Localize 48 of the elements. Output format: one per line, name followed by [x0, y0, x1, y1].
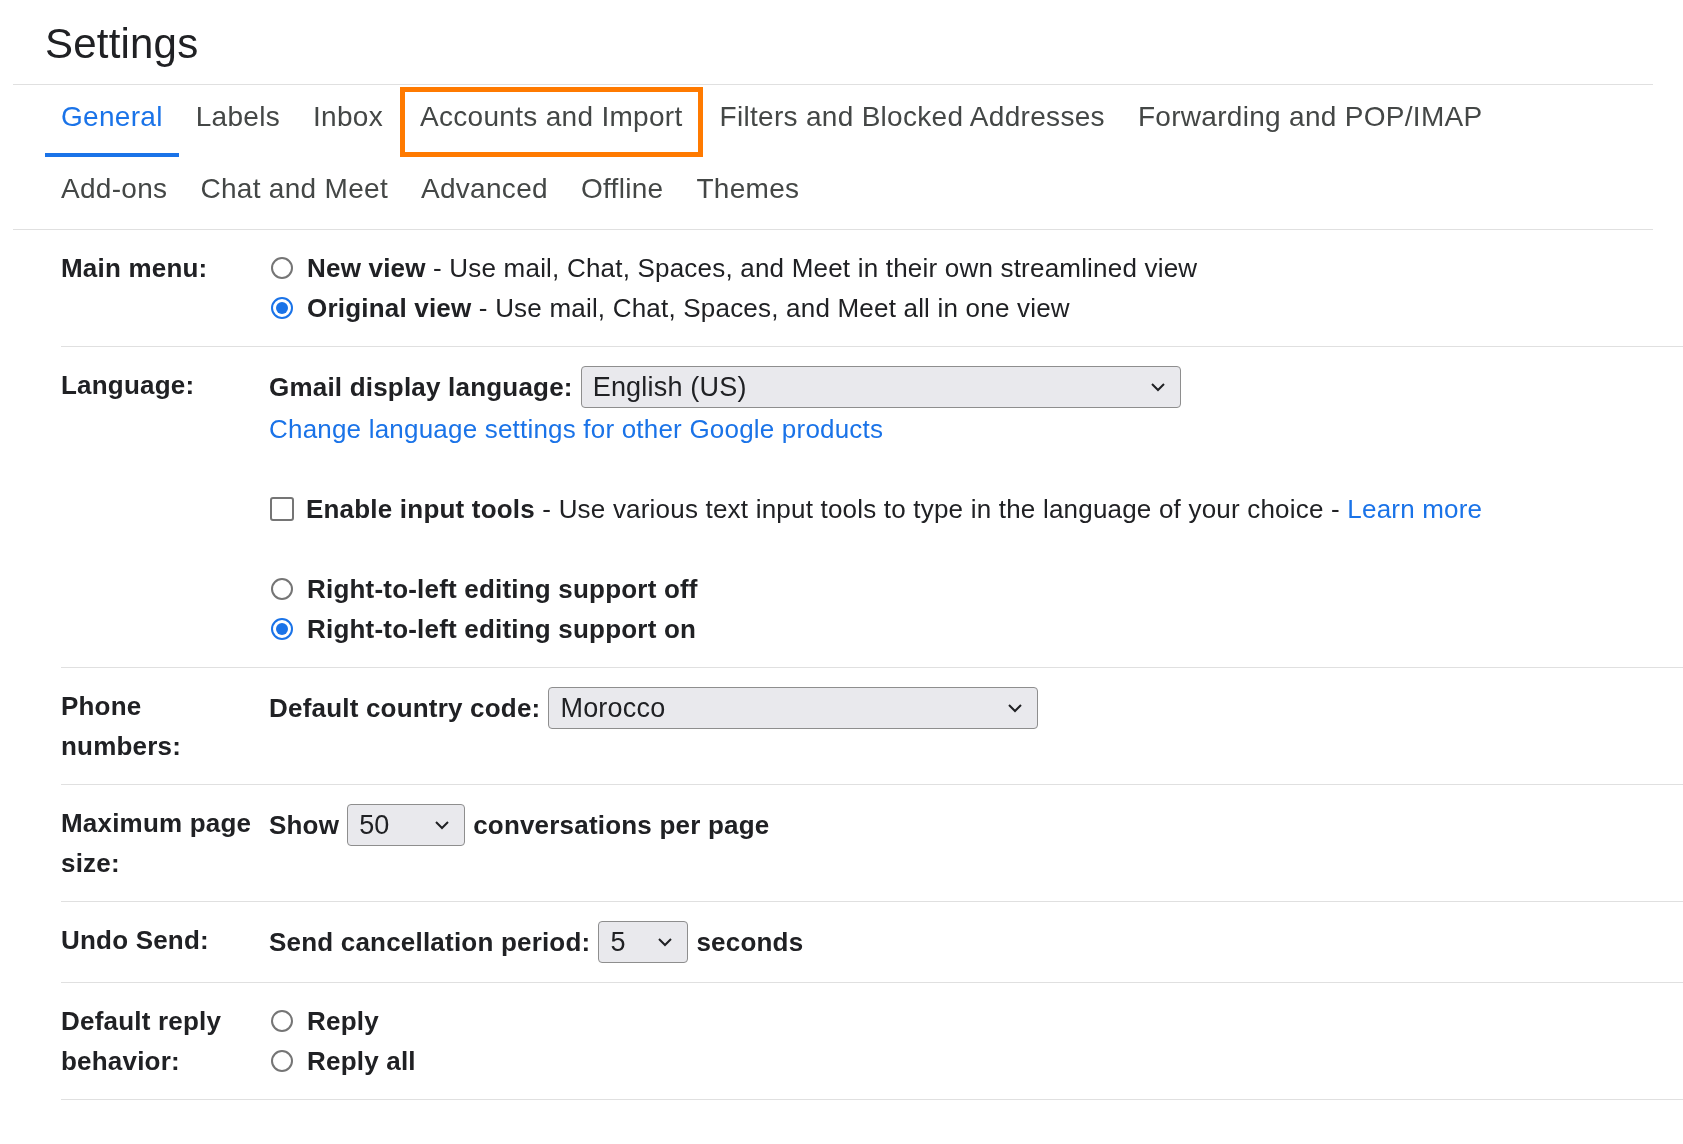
chevron-down-icon: [434, 820, 451, 830]
settings-tab[interactable]: Add-ons: [45, 159, 184, 229]
field-suffix: seconds: [696, 926, 804, 958]
dropdown-select[interactable]: 5: [598, 921, 689, 963]
radio-button[interactable]: [271, 257, 293, 279]
field-label: Gmail display language:: [269, 371, 573, 403]
field-label: Default country code:: [269, 692, 541, 724]
dropdown-select[interactable]: Morocco: [548, 687, 1039, 729]
option-text: Enable input tools - Use various text input tools to type in the language of your choice - Learn more: [306, 493, 1483, 525]
setting-label: Maximum page size:: [61, 807, 253, 880]
page-title: Settings: [44, 19, 200, 69]
radio-button[interactable]: [271, 1010, 293, 1032]
dropdown-select[interactable]: English (US): [580, 366, 1181, 408]
radio-button[interactable]: [271, 297, 293, 319]
checkbox[interactable]: [270, 497, 294, 521]
option-label: Right-to-left editing support on: [307, 613, 697, 645]
radio-button[interactable]: [271, 578, 293, 600]
setting-label: Main menu:: [61, 252, 209, 285]
field-label: Show: [269, 809, 340, 841]
radio-button[interactable]: [271, 618, 293, 640]
option-text: New view - Use mail, Chat, Spaces, and Meet in their own streamlined view: [307, 252, 1198, 284]
settings-tab[interactable]: Forwarding and POP/IMAP: [1121, 87, 1499, 157]
option-label: Reply all: [307, 1045, 416, 1077]
chevron-down-icon: [657, 937, 674, 947]
option-label: Right-to-left editing support off: [307, 573, 698, 605]
settings-tab[interactable]: Themes: [680, 159, 816, 229]
setting-label: Phone numbers:: [61, 690, 183, 763]
option-label: Reply: [307, 1005, 379, 1037]
field-label: Send cancellation period:: [269, 926, 591, 958]
settings-tab[interactable]: Chat and Meet: [184, 159, 404, 229]
settings-tab[interactable]: Inbox: [297, 87, 400, 157]
setting-label: Language:: [61, 369, 196, 402]
setting-label: Undo Send:: [61, 924, 210, 957]
learn-more-link[interactable]: Learn more: [1347, 493, 1483, 524]
chevron-down-icon: [1149, 382, 1166, 392]
settings-tab[interactable]: Offline: [564, 159, 680, 229]
settings-tab[interactable]: Filters and Blocked Addresses: [703, 87, 1121, 157]
setting-label: Default reply behavior:: [61, 1005, 223, 1078]
option-text: Original view - Use mail, Chat, Spaces, and Meet all in one view: [307, 292, 1070, 324]
field-suffix: conversations per page: [473, 809, 770, 841]
settings-tab[interactable]: General: [45, 87, 179, 157]
dropdown-select[interactable]: 50: [347, 804, 466, 846]
settings-tab[interactable]: Accounts and Import: [400, 87, 703, 157]
settings-tab[interactable]: Advanced: [404, 159, 564, 229]
chevron-down-icon: [1007, 703, 1024, 713]
settings-link[interactable]: Change language settings for other Google products: [269, 413, 884, 445]
settings-tab[interactable]: Labels: [179, 87, 297, 157]
radio-button[interactable]: [271, 1050, 293, 1072]
